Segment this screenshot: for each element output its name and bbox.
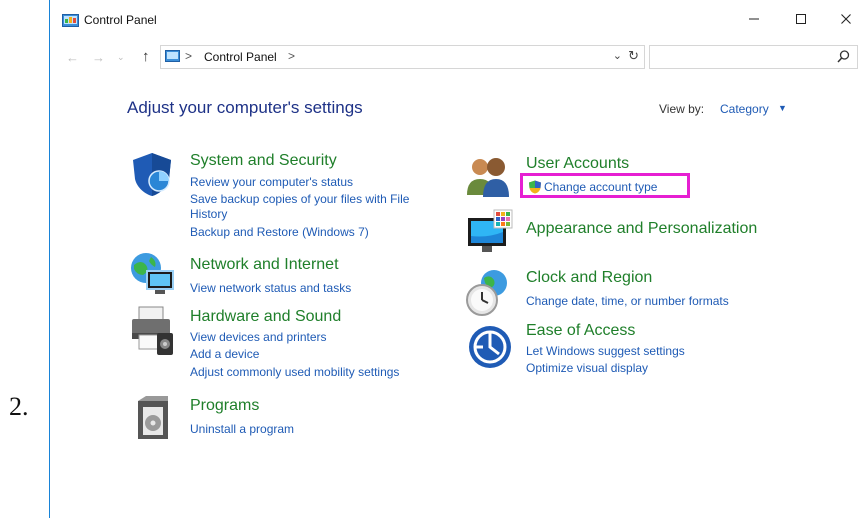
- globe-network-icon[interactable]: [129, 251, 177, 297]
- link-save-backup[interactable]: Save backup copies of your files with Fi…: [190, 192, 409, 206]
- programs-box-icon[interactable]: [134, 395, 172, 441]
- category-clock-region[interactable]: Clock and Region: [526, 269, 652, 287]
- control-panel-window: Control Panel ← → ⌄ ↑ > Control Panel > …: [49, 0, 862, 518]
- control-panel-icon: [62, 14, 79, 27]
- dropdown-caret-icon[interactable]: ▼: [778, 103, 787, 113]
- category-network-internet[interactable]: Network and Internet: [190, 256, 339, 274]
- link-save-backup-history[interactable]: History: [190, 207, 227, 221]
- link-optimize-display[interactable]: Optimize visual display: [526, 361, 648, 375]
- category-system-security[interactable]: System and Security: [190, 152, 337, 170]
- navigation-bar: ← → ⌄ ↑ > Control Panel > ⌄ ↻: [50, 43, 862, 71]
- link-date-time-formats[interactable]: Change date, time, or number formats: [526, 294, 729, 308]
- monitor-palette-icon[interactable]: [466, 208, 514, 256]
- page-title: Adjust your computer's settings: [127, 98, 363, 117]
- link-review-status[interactable]: Review your computer's status: [190, 175, 353, 189]
- maximize-icon: [796, 14, 806, 24]
- control-panel-small-icon: [165, 50, 180, 62]
- link-devices-printers[interactable]: View devices and printers: [190, 330, 327, 344]
- link-mobility-settings[interactable]: Adjust commonly used mobility settings: [190, 365, 399, 379]
- highlight-box: [520, 173, 690, 198]
- recent-locations-icon[interactable]: ⌄: [117, 52, 125, 63]
- link-uninstall-program[interactable]: Uninstall a program: [190, 422, 294, 436]
- category-appearance-personalization[interactable]: Appearance and Personalization: [526, 220, 757, 238]
- printer-sound-icon[interactable]: [129, 305, 175, 357]
- refresh-icon[interactable]: ↻: [628, 48, 639, 64]
- search-input[interactable]: [649, 45, 858, 69]
- back-arrow-icon[interactable]: ←: [66, 50, 79, 65]
- minimize-icon: [749, 18, 759, 20]
- breadcrumb-control-panel[interactable]: Control Panel: [204, 50, 277, 64]
- users-icon[interactable]: [465, 155, 513, 197]
- window-title: Control Panel: [84, 13, 157, 27]
- minimize-button[interactable]: [734, 6, 774, 32]
- category-ease-of-access[interactable]: Ease of Access: [526, 322, 635, 340]
- category-hardware-sound[interactable]: Hardware and Sound: [190, 308, 341, 326]
- title-bar: Control Panel: [50, 0, 862, 40]
- category-user-accounts[interactable]: User Accounts: [526, 155, 629, 173]
- ease-of-access-icon[interactable]: [467, 324, 513, 370]
- view-by-dropdown[interactable]: Category: [720, 102, 769, 116]
- up-arrow-icon[interactable]: ↑: [142, 48, 150, 65]
- step-number: 2.: [9, 392, 29, 421]
- close-button[interactable]: [826, 6, 863, 32]
- close-icon: [841, 14, 851, 24]
- clock-globe-icon[interactable]: [464, 268, 512, 318]
- search-icon: [837, 50, 850, 63]
- view-by-label: View by:: [659, 102, 705, 116]
- address-dropdown-icon[interactable]: ⌄: [613, 49, 622, 62]
- link-add-device[interactable]: Add a device: [190, 347, 259, 361]
- breadcrumb-separator-2[interactable]: >: [288, 49, 295, 63]
- address-bar[interactable]: > Control Panel > ⌄ ↻: [160, 45, 645, 69]
- link-backup-restore[interactable]: Backup and Restore (Windows 7): [190, 225, 369, 239]
- forward-arrow-icon[interactable]: →: [92, 50, 105, 65]
- shield-icon[interactable]: [129, 151, 175, 197]
- breadcrumb-separator: >: [185, 49, 193, 63]
- link-network-status[interactable]: View network status and tasks: [190, 281, 351, 295]
- maximize-button[interactable]: [781, 6, 821, 32]
- category-programs[interactable]: Programs: [190, 397, 259, 415]
- link-windows-suggest[interactable]: Let Windows suggest settings: [526, 344, 685, 358]
